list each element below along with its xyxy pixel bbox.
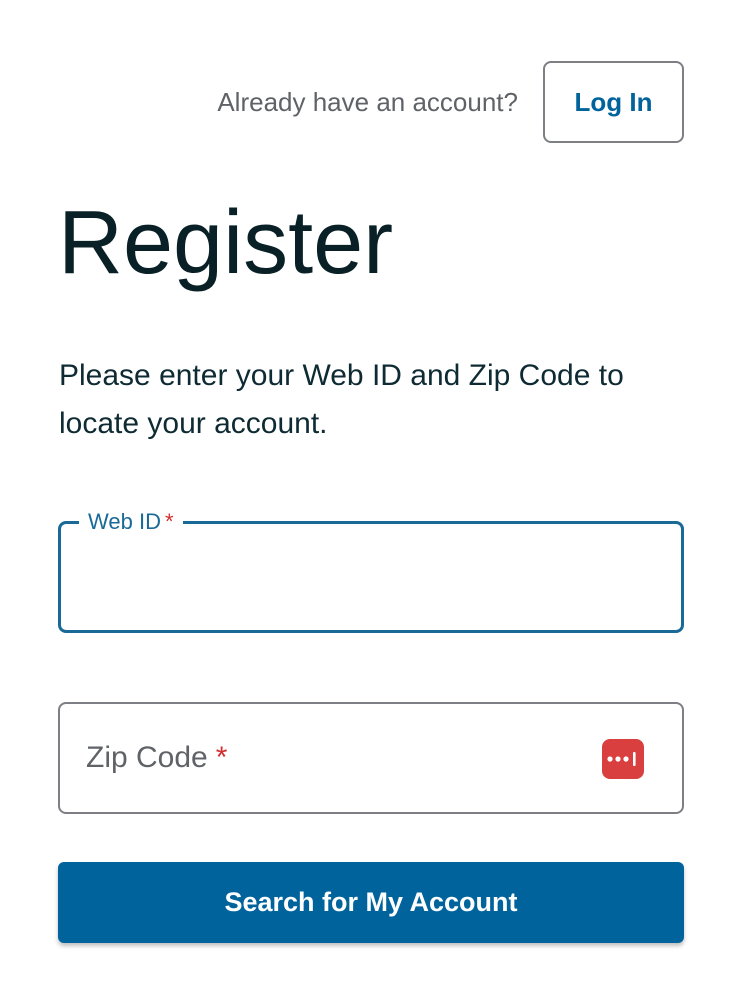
zip-code-input[interactable] bbox=[60, 704, 682, 812]
password-manager-glyph bbox=[607, 752, 636, 766]
zip-code-field[interactable]: Zip Code * bbox=[58, 702, 684, 814]
already-have-account-text: Already have an account? bbox=[217, 86, 518, 117]
search-account-button[interactable]: Search for My Account bbox=[58, 862, 684, 943]
login-prompt-bar: Already have an account? Log In bbox=[217, 61, 684, 143]
web-id-field[interactable]: Web ID * bbox=[58, 507, 684, 633]
login-button[interactable]: Log In bbox=[543, 61, 684, 143]
password-manager-icon[interactable] bbox=[602, 739, 644, 779]
web-id-input[interactable] bbox=[61, 524, 681, 630]
page-title: Register bbox=[58, 193, 394, 293]
instructions-text: Please enter your Web ID and Zip Code to… bbox=[59, 359, 624, 440]
